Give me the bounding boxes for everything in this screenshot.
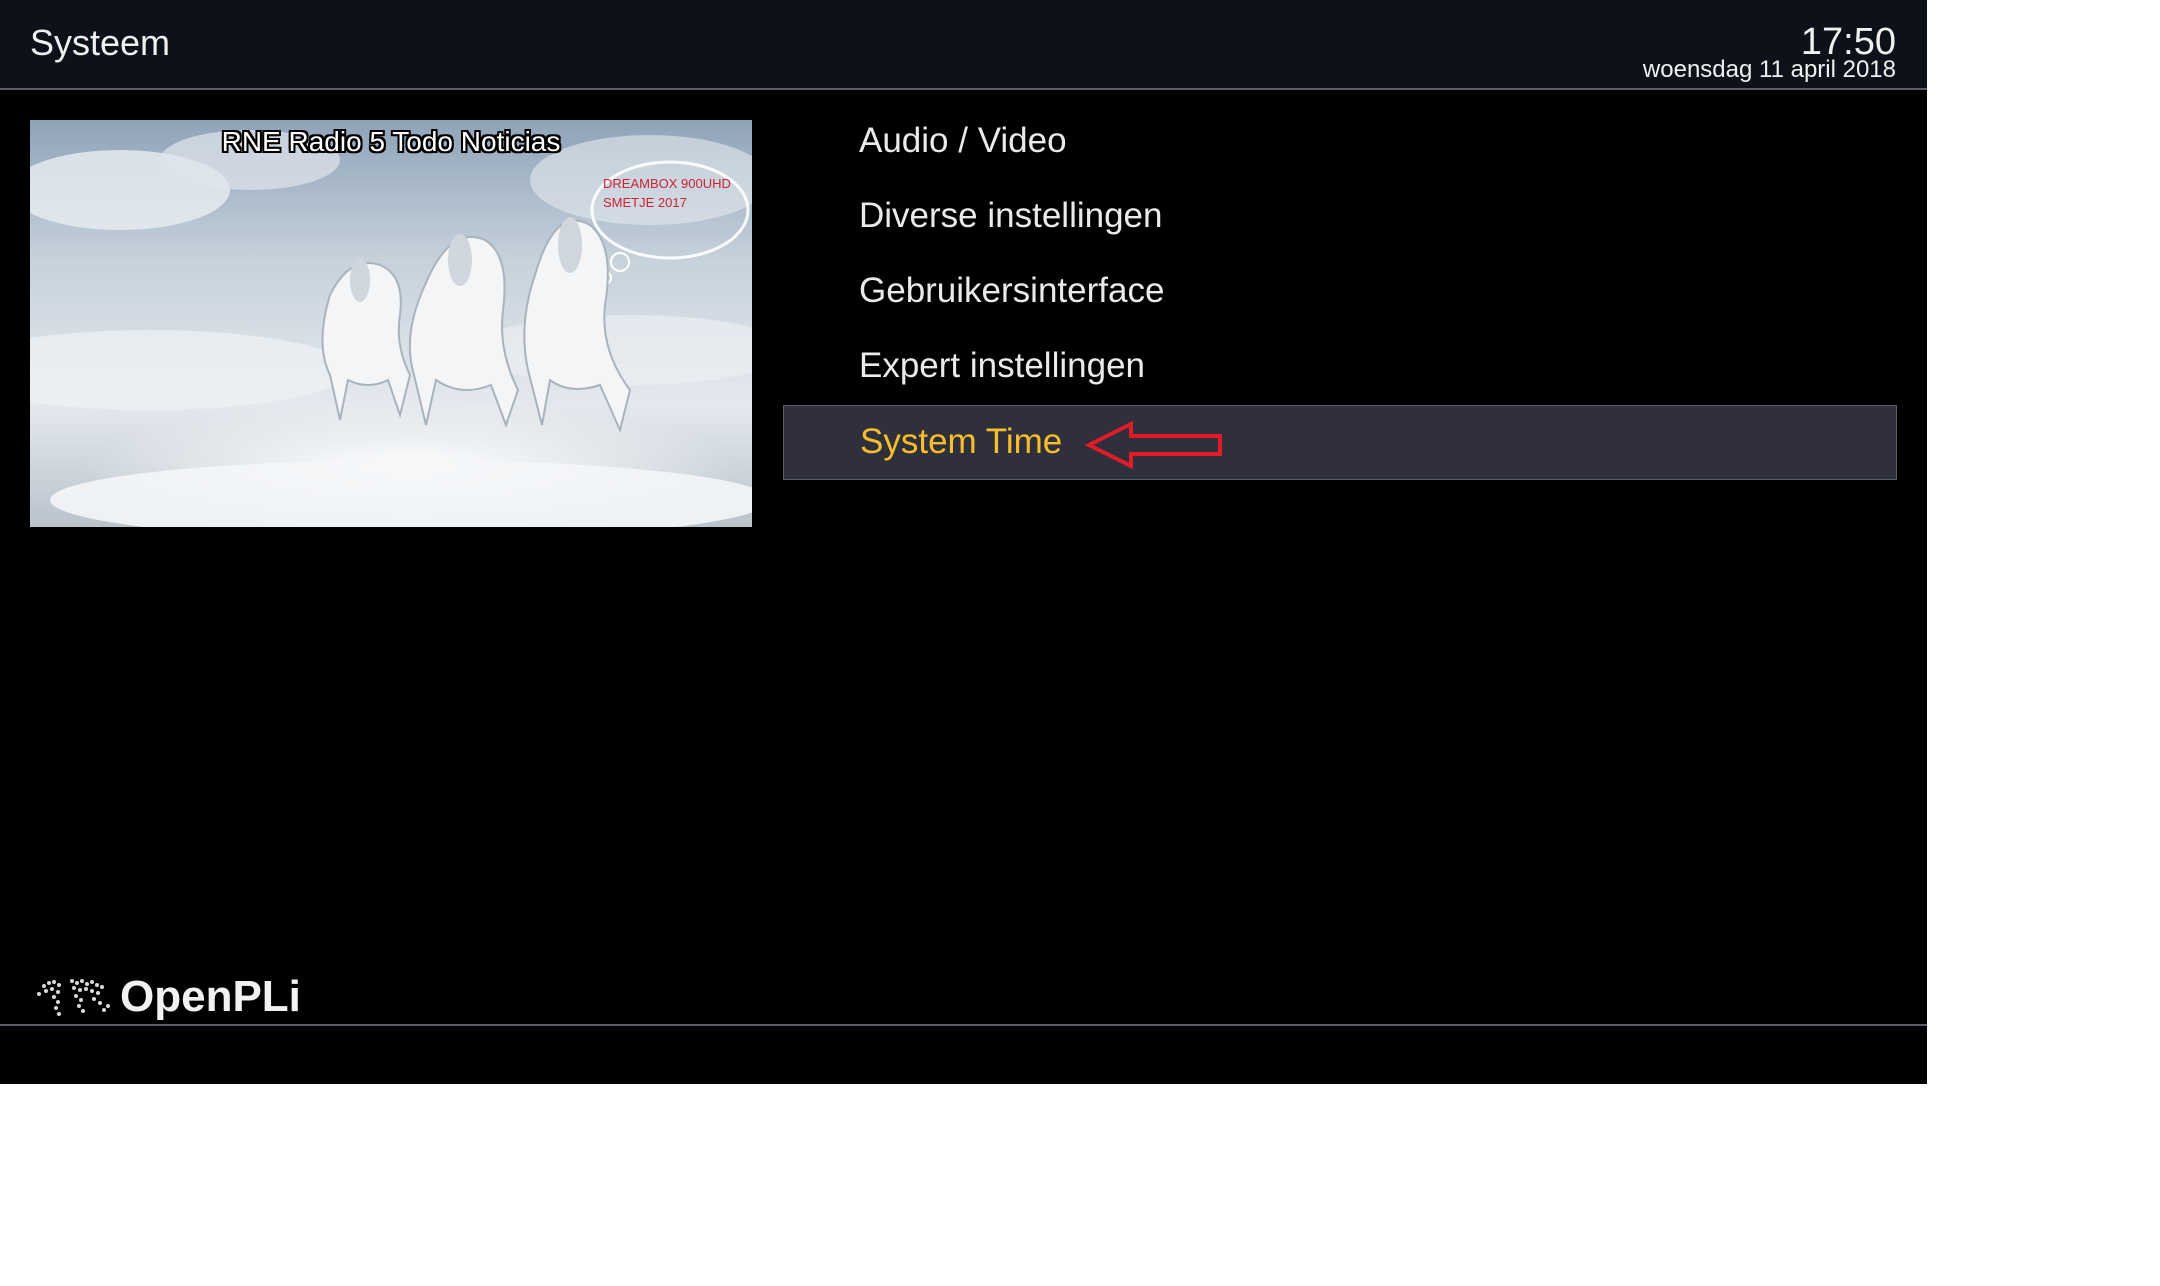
screen: Systeem 17:50 woensdag 11 april 2018 RNE… [0, 0, 1927, 1084]
channel-name: RNE Radio 5 Todo Noticias [221, 126, 561, 157]
tv-preview: RNE Radio 5 Todo Noticias DREAMBOX 900UH… [30, 120, 752, 527]
menu-item-expert-instellingen[interactable]: Expert instellingen [783, 330, 1897, 405]
settings-menu: Audio / Video Diverse instellingen Gebru… [783, 105, 1897, 480]
bubble-text-line1: DREAMBOX 900UHD [603, 176, 731, 191]
menu-item-gebruikersinterface[interactable]: Gebruikersinterface [783, 255, 1897, 330]
menu-item-diverse-instellingen[interactable]: Diverse instellingen [783, 180, 1897, 255]
menu-item-label: Expert instellingen [859, 346, 1145, 385]
world-map-icon [37, 979, 110, 1016]
bubble-text-line2: SMETJE 2017 [603, 195, 687, 210]
red-arrow-left-icon [1085, 420, 1222, 470]
menu-item-audio-video[interactable]: Audio / Video [783, 105, 1897, 180]
page-title: Systeem [30, 22, 171, 63]
menu-item-label: Gebruikersinterface [859, 271, 1165, 310]
menu-item-system-time[interactable]: System Time [783, 405, 1897, 480]
clock-date: woensdag 11 april 2018 [1642, 56, 1896, 83]
brand-name: OpenPLi [120, 972, 301, 1021]
menu-item-label: Diverse instellingen [859, 196, 1163, 235]
footer-bar [0, 1026, 1927, 1084]
header-bar: Systeem 17:50 woensdag 11 april 2018 [0, 0, 1927, 90]
menu-item-label: System Time [860, 422, 1063, 461]
menu-item-label: Audio / Video [859, 121, 1067, 160]
